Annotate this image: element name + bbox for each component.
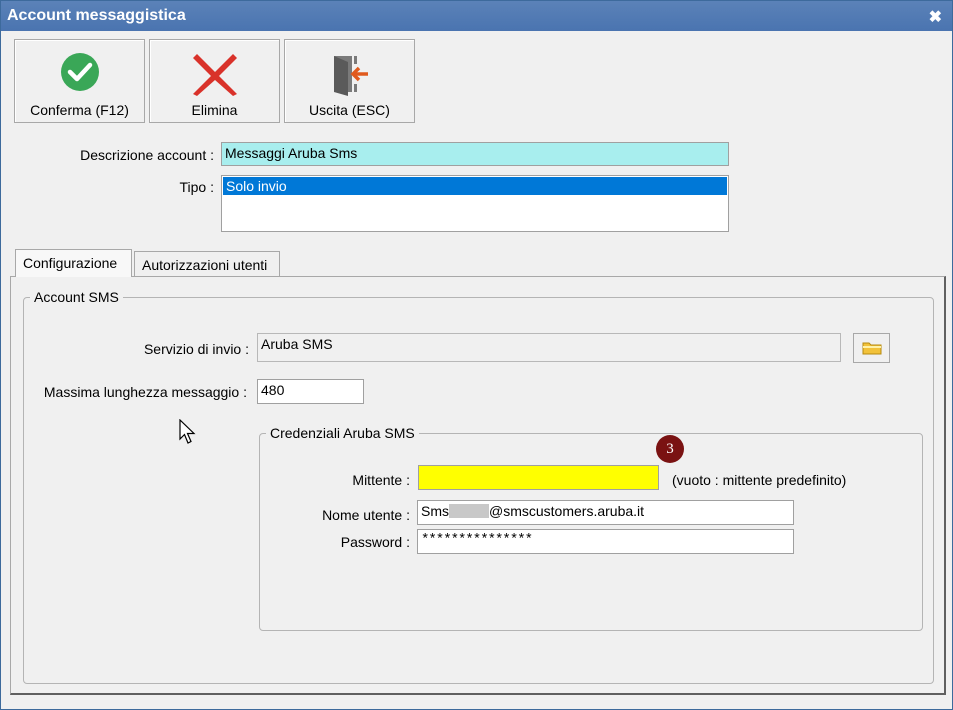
- credentials-legend: Credenziali Aruba SMS: [270, 425, 415, 441]
- service-field: Aruba SMS: [257, 333, 841, 362]
- credentials-group: Credenziali Aruba SMS: [259, 425, 923, 631]
- type-listbox[interactable]: Solo invio: [221, 175, 729, 232]
- folder-icon: [862, 342, 882, 355]
- service-label: Servizio di invio :: [143, 341, 249, 357]
- step-badge: 3: [656, 435, 684, 463]
- exit-button-label: Uscita (ESC): [309, 102, 390, 118]
- dialog-window: Account messaggistica ✖ Conferma (F12) E…: [0, 0, 953, 710]
- account-sms-legend: Account SMS: [34, 289, 119, 305]
- username-input[interactable]: Sms @smscustomers.aruba.it: [417, 500, 794, 525]
- username-label: Nome utente :: [322, 507, 410, 523]
- description-label: Descrizione account :: [80, 147, 214, 163]
- sender-input[interactable]: [418, 465, 659, 490]
- delete-button[interactable]: Elimina: [149, 39, 280, 123]
- confirm-button-label: Conferma (F12): [30, 102, 129, 118]
- username-suffix: @smscustomers.aruba.it: [489, 503, 645, 519]
- tab-autorizzazioni-utenti[interactable]: Autorizzazioni utenti: [134, 251, 280, 277]
- type-option-selected[interactable]: Solo invio: [223, 177, 727, 195]
- window-title: Account messaggistica: [7, 7, 186, 24]
- mouse-pointer-icon: [179, 419, 196, 444]
- max-length-label: Massima lunghezza messaggio :: [43, 384, 247, 400]
- close-icon[interactable]: ✖: [929, 7, 942, 27]
- type-label: Tipo :: [179, 179, 215, 195]
- sender-label: Mittente :: [352, 472, 410, 488]
- x-icon: [192, 54, 237, 96]
- title-bar[interactable]: Account messaggistica ✖: [1, 1, 952, 31]
- redacted-block: [449, 504, 489, 518]
- check-circle-icon: [60, 53, 99, 91]
- sender-hint: (vuoto : mittente predefinito): [672, 472, 847, 488]
- exit-button[interactable]: Uscita (ESC): [284, 39, 415, 123]
- password-input[interactable]: ***************: [417, 529, 794, 554]
- exit-door-icon: [333, 56, 368, 96]
- username-prefix: Sms: [421, 503, 449, 519]
- confirm-button[interactable]: Conferma (F12): [14, 39, 145, 123]
- tab-configurazione[interactable]: Configurazione: [15, 249, 132, 277]
- browse-service-button[interactable]: [853, 333, 890, 363]
- password-label: Password :: [340, 534, 410, 550]
- delete-button-label: Elimina: [191, 102, 238, 118]
- max-length-input[interactable]: 480: [257, 379, 364, 404]
- description-input[interactable]: Messaggi Aruba Sms: [221, 142, 729, 166]
